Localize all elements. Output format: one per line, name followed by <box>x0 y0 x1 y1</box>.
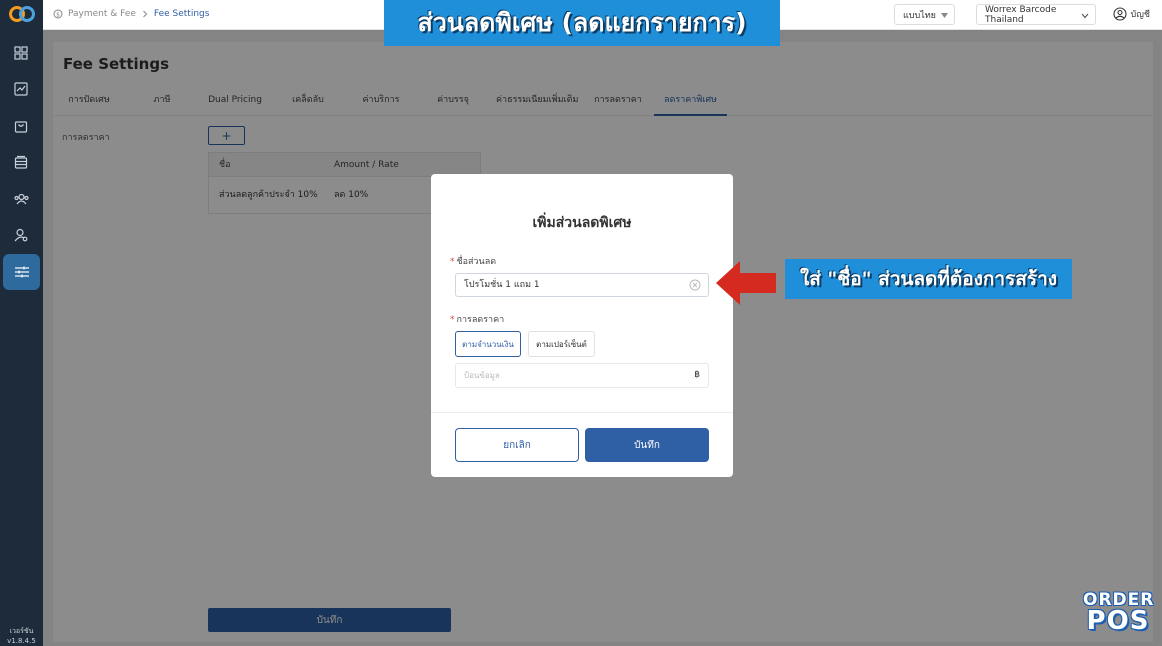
required-marker: * <box>450 315 455 325</box>
breadcrumb-current: Fee Settings <box>153 9 210 19</box>
chart-icon[interactable] <box>9 77 33 101</box>
watermark-line2: POS <box>1086 606 1150 636</box>
account-menu[interactable]: บัญชี <box>1112 7 1151 21</box>
user-settings-icon[interactable] <box>9 223 33 247</box>
discount-type-label-text: การลดราคา <box>456 315 505 325</box>
shield-icon: $ <box>53 9 63 19</box>
users-icon[interactable] <box>9 187 33 211</box>
chevron-right-icon <box>143 10 148 18</box>
orderpos-watermark: ORDER POS <box>1083 590 1153 640</box>
store-value: Worrex Barcode Thailand <box>985 4 1057 25</box>
annotation-title-banner: ส่วนลดพิเศษ (ลดแยกรายการ) <box>384 0 780 46</box>
box-icon[interactable] <box>9 150 33 174</box>
sliders-icon[interactable] <box>3 254 40 290</box>
breadcrumb: $ Payment & Fee Fee Settings <box>53 9 209 19</box>
account-icon <box>1112 7 1127 21</box>
version-number: v1.8.4.5 <box>7 637 36 645</box>
currency-symbol: ฿ <box>694 370 700 380</box>
bag-icon[interactable] <box>9 114 33 138</box>
account-label: บัญชี <box>1130 10 1151 20</box>
discount-name-label: * ชื่อส่วนลด <box>450 254 496 268</box>
breadcrumb-parent[interactable]: Payment & Fee <box>68 9 136 19</box>
discount-amount-input[interactable]: ป้อนข้อมูล ฿ <box>455 363 709 388</box>
by-percent-option[interactable]: ตามเปอร์เซ็นต์ <box>528 331 595 357</box>
svg-text:$: $ <box>56 12 60 19</box>
add-special-discount-dialog: เพิ่มส่วนลดพิเศษ * ชื่อส่วนลด โปรโมชั่น 1… <box>431 174 733 477</box>
save-button[interactable]: บันทึก <box>585 428 709 462</box>
amount-placeholder: ป้อนข้อมูล <box>464 371 500 380</box>
discount-type-label: * การลดราคา <box>450 312 504 326</box>
version-label: เวอร์ชัน <box>9 627 34 635</box>
logo-icon[interactable] <box>8 5 36 23</box>
dialog-divider <box>431 412 733 413</box>
caret-down-icon <box>941 13 948 18</box>
discount-name-value: โปรโมชั่น 1 แถม 1 <box>464 280 540 290</box>
clear-icon[interactable] <box>689 279 701 291</box>
arrow-left-icon <box>716 261 776 305</box>
language-value: แบบไทย <box>903 10 936 21</box>
discount-name-label-text: ชื่อส่วนลด <box>456 257 497 267</box>
grid-icon[interactable] <box>9 41 33 65</box>
discount-name-input[interactable]: โปรโมชั่น 1 แถม 1 <box>455 273 709 297</box>
by-amount-option[interactable]: ตามจำนวนเงิน <box>455 331 521 357</box>
store-select[interactable]: Worrex Barcode Thailand <box>976 4 1096 25</box>
dialog-title: เพิ่มส่วนลดพิเศษ <box>532 215 632 231</box>
sidebar: เวอร์ชัน v1.8.4.5 <box>0 0 43 646</box>
cancel-button[interactable]: ยกเลิก <box>455 428 579 462</box>
language-select[interactable]: แบบไทย <box>894 4 955 25</box>
annotation-note-banner: ใส่ "ชื่อ" ส่วนลดที่ต้องการสร้าง <box>785 259 1072 299</box>
required-marker: * <box>450 257 455 267</box>
chevron-down-icon <box>1081 13 1089 19</box>
